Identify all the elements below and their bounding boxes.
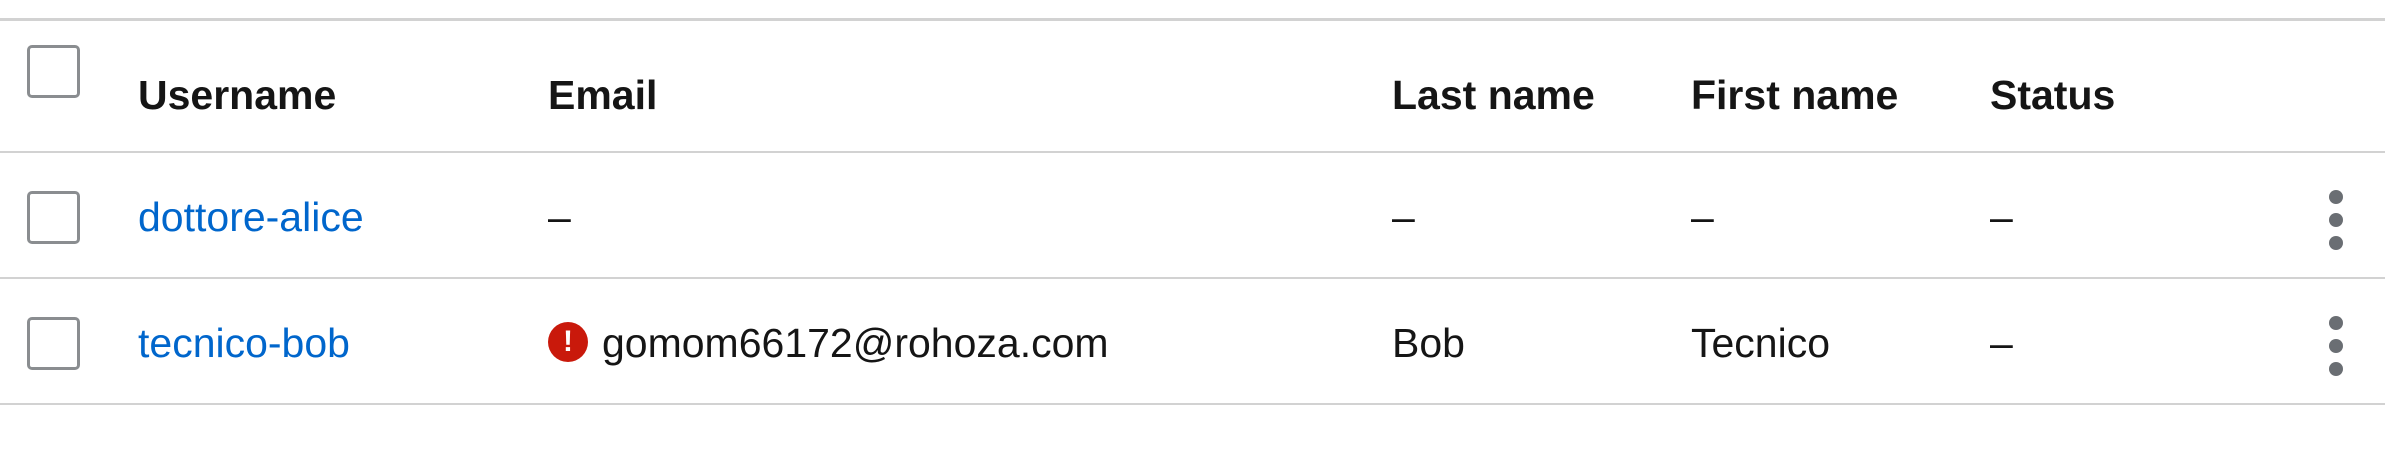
last-name-cell: – bbox=[1392, 194, 1415, 240]
exclamation-circle-icon: ! bbox=[548, 322, 588, 363]
select-all-checkbox[interactable] bbox=[27, 45, 80, 98]
username-link[interactable]: tecnico-bob bbox=[138, 318, 350, 368]
row-divider bbox=[0, 403, 2385, 405]
username-link[interactable]: dottore-alice bbox=[138, 192, 364, 242]
first-name-cell: – bbox=[1691, 194, 1714, 240]
table-row: tecnico-bob ! gomom66172@rohoza.com Bob T… bbox=[0, 279, 2385, 403]
status-cell: – bbox=[1990, 194, 2013, 240]
table-header-row: Username Email Last name First name Stat… bbox=[0, 21, 2385, 151]
email-value: gomom66172@rohoza.com bbox=[602, 320, 1109, 366]
header-last-name[interactable]: Last name bbox=[1392, 70, 1595, 120]
row-select-checkbox[interactable] bbox=[27, 191, 80, 244]
header-username[interactable]: Username bbox=[138, 70, 336, 120]
kebab-menu-icon[interactable] bbox=[2320, 190, 2354, 250]
last-name-cell: Bob bbox=[1392, 320, 1465, 366]
kebab-menu-icon[interactable] bbox=[2320, 316, 2354, 376]
table-row: dottore-alice – – – – bbox=[0, 153, 2385, 277]
email-cell: – bbox=[548, 194, 571, 240]
status-cell: – bbox=[1990, 320, 2013, 366]
header-first-name[interactable]: First name bbox=[1691, 70, 1898, 120]
row-select-checkbox[interactable] bbox=[27, 317, 80, 370]
header-email[interactable]: Email bbox=[548, 70, 657, 120]
header-status[interactable]: Status bbox=[1990, 70, 2115, 120]
first-name-cell: Tecnico bbox=[1691, 320, 1831, 366]
email-cell: ! gomom66172@rohoza.com bbox=[548, 318, 1109, 368]
